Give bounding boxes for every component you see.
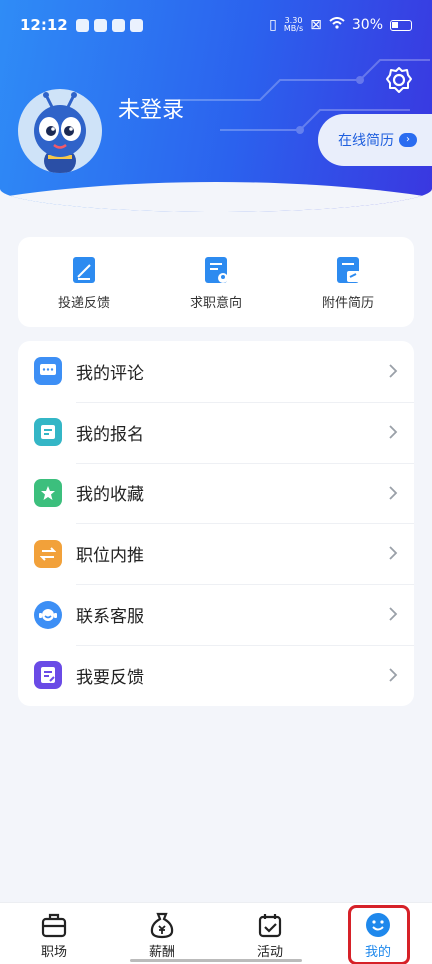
bottom-tab-bar: 职场 薪酬 活动 我的 (0, 902, 432, 964)
menu-item-label: 职位内推 (76, 546, 144, 567)
quick-action-attachment-resume[interactable]: 附件简历 (282, 237, 414, 327)
battery-icon (390, 19, 412, 31)
home-indicator[interactable] (130, 959, 302, 962)
chevron-right-icon (389, 425, 398, 439)
tab-label: 薪酬 (148, 945, 175, 960)
menu-item-label: 我的报名 (76, 424, 144, 445)
username-label[interactable]: 未登录 (118, 92, 184, 124)
menu-item-my-comments[interactable]: 我的评论 (18, 341, 414, 402)
quick-action-label: 求职意向 (189, 296, 242, 311)
menu-item-customer-service[interactable]: 联系客服 (18, 584, 414, 645)
money-bag-icon (150, 912, 174, 939)
wechat-icon (111, 18, 125, 32)
tab-workplace[interactable]: 职场 (0, 903, 108, 964)
menu-list: 我的评论 我的报名 我的收藏 职位内推 联系客服 我要反馈 (18, 341, 414, 706)
tab-label: 我的 (364, 945, 391, 960)
avatar[interactable] (18, 89, 102, 173)
calendar-check-icon (258, 914, 282, 938)
chevron-right-icon (389, 485, 398, 500)
briefcase-icon (41, 913, 67, 938)
quick-action-job-intention[interactable]: 求职意向 (150, 237, 282, 327)
profile-doc-icon (205, 257, 228, 283)
tab-label: 活动 (256, 945, 283, 960)
star-icon (34, 478, 62, 507)
quick-actions-card: 投递反馈 求职意向 附件简历 (18, 237, 414, 327)
chevron-right-icon (389, 607, 398, 621)
quick-action-label: 附件简历 (321, 296, 374, 311)
settings-gear-icon[interactable] (385, 66, 413, 94)
tab-salary[interactable]: 薪酬 (108, 903, 216, 964)
status-bar: 12:12 ▯ 3.30 MB/s ⊠ 30% (0, 0, 432, 50)
status-time: 12:12 (20, 16, 68, 34)
sim-icon: ⊠ (310, 17, 322, 33)
notification-icon (75, 18, 89, 32)
menu-item-label: 我要反馈 (76, 667, 144, 688)
chevron-right-icon: › (399, 133, 417, 147)
edit-doc-icon (73, 257, 95, 283)
tab-label: 职场 (40, 945, 67, 960)
service-icon (34, 600, 62, 629)
online-resume-button[interactable]: 在线简历 › (318, 114, 432, 166)
wifi-icon (329, 17, 345, 33)
comment-icon (34, 357, 62, 386)
menu-item-feedback[interactable]: 我要反馈 (18, 644, 414, 706)
tab-activities[interactable]: 活动 (216, 903, 324, 964)
quick-action-delivery-feedback[interactable]: 投递反馈 (18, 237, 150, 327)
tab-mine[interactable]: 我的 (324, 903, 432, 964)
chevron-right-icon (389, 546, 398, 561)
form-icon (34, 418, 62, 447)
menu-item-label: 我的收藏 (76, 485, 144, 506)
menu-item-job-referral[interactable]: 职位内推 (18, 523, 414, 584)
bee-mascot-icon (34, 92, 86, 173)
vibrate-icon: ▯ (269, 17, 277, 33)
swap-icon (34, 539, 62, 568)
chevron-right-icon (389, 668, 398, 682)
menu-item-my-favorites[interactable]: 我的收藏 (18, 462, 414, 524)
app-icon (129, 18, 143, 32)
chevron-right-icon (389, 364, 398, 378)
smile-icon (366, 913, 390, 937)
online-resume-label: 在线简历 (338, 133, 394, 149)
battery-percent: 30% (351, 17, 383, 33)
menu-item-label: 我的评论 (76, 363, 144, 384)
menu-item-label: 联系客服 (76, 607, 144, 628)
quick-action-label: 投递反馈 (57, 296, 110, 311)
attachment-folder-icon (337, 257, 360, 283)
mail-icon (93, 18, 107, 32)
net-speed: 3.30 MB/s (283, 16, 304, 33)
feedback-icon (34, 661, 62, 690)
menu-item-my-registrations[interactable]: 我的报名 (18, 401, 414, 463)
